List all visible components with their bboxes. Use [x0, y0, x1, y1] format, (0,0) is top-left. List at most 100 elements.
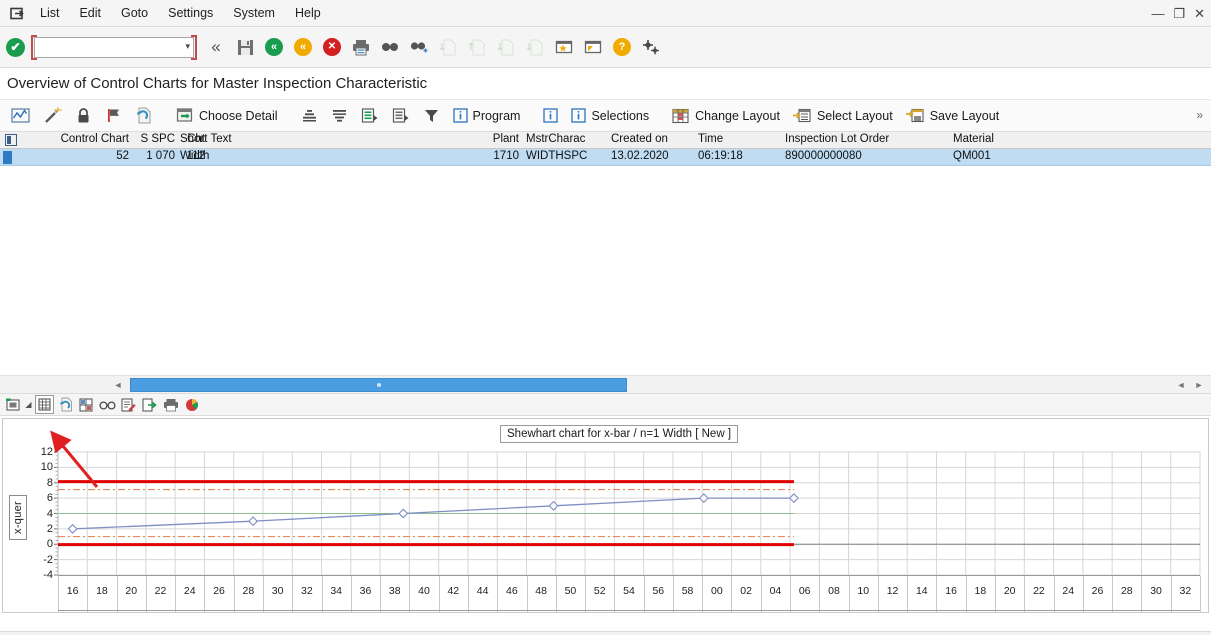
- restore-button[interactable]: ❐: [1173, 7, 1185, 20]
- scroll-far-right-arrow[interactable]: ►: [1191, 378, 1207, 392]
- x-axis-tick: 10: [857, 585, 870, 597]
- x-axis-tick: 16: [945, 585, 957, 597]
- create-session-icon[interactable]: [551, 34, 577, 60]
- flag-button[interactable]: [99, 103, 128, 129]
- previous-page-icon[interactable]: [464, 34, 490, 60]
- lock-button[interactable]: [69, 103, 98, 129]
- save-layout-label: Save Layout: [929, 108, 1000, 123]
- change-layout-button[interactable]: Change Layout: [666, 103, 786, 129]
- scrollbar-thumb[interactable]: [130, 378, 627, 392]
- x-axis-divider: [204, 576, 206, 612]
- back-fast-icon[interactable]: «: [203, 34, 229, 60]
- selections-button[interactable]: Selections: [565, 103, 655, 129]
- print-chart-icon[interactable]: [161, 395, 180, 414]
- display-control-chart-button[interactable]: [5, 103, 36, 129]
- menu-item-help[interactable]: Help: [285, 3, 331, 23]
- enter-icon[interactable]: ✔: [6, 37, 25, 57]
- cell-time: 06:19:18: [698, 150, 743, 162]
- menu-item-list[interactable]: List: [30, 3, 69, 23]
- x-axis-tick: 36: [359, 585, 372, 597]
- first-page-icon[interactable]: [435, 34, 461, 60]
- column-header-s-spc[interactable]: S SPC: [133, 133, 175, 145]
- lock-icon: [78, 108, 89, 123]
- customize-local-layout-icon[interactable]: [638, 34, 664, 60]
- column-header-short-text[interactable]: Short Text: [180, 133, 232, 145]
- status-bar: [0, 631, 1211, 635]
- select-all-icon[interactable]: [0, 132, 22, 148]
- x-axis-divider: [175, 576, 177, 612]
- menu-bar: List Edit Goto Settings System Help — ❐ …: [0, 0, 1211, 27]
- column-header-mstrcharac[interactable]: MstrCharac: [526, 133, 585, 145]
- x-axis-divider: [790, 576, 792, 612]
- y-axis-tick: 6: [46, 492, 53, 505]
- save-icon[interactable]: [232, 34, 258, 60]
- y-axis-tick: 2: [46, 522, 53, 535]
- toolbar-overflow-icon[interactable]: »: [1196, 108, 1203, 122]
- scrollbar-track[interactable]: [130, 378, 1175, 392]
- x-axis-divider: [848, 576, 850, 612]
- minimize-button[interactable]: —: [1151, 7, 1164, 20]
- x-axis-tick: 58: [681, 585, 694, 597]
- column-header-inspection-lot-order[interactable]: Inspection Lot Order: [785, 133, 889, 145]
- column-header-control-chart[interactable]: Control Chart: [37, 133, 129, 145]
- info-button[interactable]: [537, 103, 564, 129]
- column-header-material[interactable]: Material: [953, 133, 994, 145]
- column-header-created-on[interactable]: Created on: [611, 133, 668, 145]
- edit-note-icon[interactable]: [119, 395, 138, 414]
- print-icon[interactable]: [348, 34, 374, 60]
- column-header-time[interactable]: Time: [698, 133, 723, 145]
- delete-filter-button[interactable]: [386, 103, 416, 129]
- find-next-icon[interactable]: [406, 34, 432, 60]
- dropdown-arrow-icon[interactable]: ◢: [24, 400, 33, 409]
- set-filter-button[interactable]: [355, 103, 385, 129]
- refresh-button[interactable]: [129, 103, 159, 129]
- cell-created-on: 13.02.2020: [611, 150, 669, 162]
- x-axis-tick: 22: [1033, 585, 1045, 597]
- x-axis: 16 18 20 22 24 26 28 30 32 34 36 38 40 42 44 46 48 50 52 54…: [58, 575, 1201, 612]
- column-header-plant[interactable]: Plant: [481, 133, 519, 145]
- refresh-chart-icon[interactable]: [56, 395, 75, 414]
- create-shortcut-icon[interactable]: [580, 34, 606, 60]
- program-label: Program: [472, 108, 521, 123]
- cancel-icon[interactable]: ✕: [319, 34, 345, 60]
- last-page-icon[interactable]: [522, 34, 548, 60]
- help-icon[interactable]: ?: [609, 34, 635, 60]
- change-layout-icon: [672, 108, 689, 123]
- x-axis-divider: [1141, 576, 1143, 612]
- find-icon[interactable]: [377, 34, 403, 60]
- menu-item-system[interactable]: System: [223, 3, 285, 23]
- select-layout-button[interactable]: Select Layout: [787, 103, 899, 129]
- x-axis-tick: 24: [1062, 585, 1075, 597]
- color-palette-icon[interactable]: [182, 395, 201, 414]
- next-page-icon[interactable]: [493, 34, 519, 60]
- back-icon[interactable]: «: [261, 34, 287, 60]
- program-button[interactable]: Program: [447, 103, 527, 129]
- sort-descending-button[interactable]: [325, 103, 354, 129]
- choose-detail-button[interactable]: Choose Detail: [170, 103, 284, 129]
- x-axis-divider: [907, 576, 909, 612]
- grid-horizontal-scrollbar[interactable]: ◄ ► ◄ ►: [0, 376, 1211, 394]
- menu-item-goto[interactable]: Goto: [111, 3, 158, 23]
- exit-icon[interactable]: «: [290, 34, 316, 60]
- save-layout-button[interactable]: Save Layout: [900, 103, 1006, 129]
- menu-item-settings[interactable]: Settings: [158, 3, 223, 23]
- inspect-glasses-icon[interactable]: [98, 395, 117, 414]
- x-axis-divider: [233, 576, 235, 612]
- row-selector[interactable]: [3, 151, 12, 164]
- sort-ascending-button[interactable]: [295, 103, 324, 129]
- chart-layout-icon[interactable]: [77, 395, 96, 414]
- system-menu-icon[interactable]: [4, 3, 30, 23]
- scroll-far-left-arrow[interactable]: ◄: [1173, 378, 1189, 392]
- chart-type-icon[interactable]: [3, 395, 22, 414]
- table-row[interactable]: 52 1 070 112 Width 1710 WIDTHSPC 13.02.2…: [0, 149, 1211, 166]
- menu-item-edit[interactable]: Edit: [69, 3, 111, 23]
- command-field[interactable]: [34, 36, 194, 58]
- evaluate-button[interactable]: [37, 103, 68, 129]
- scroll-left-arrow[interactable]: ◄: [110, 378, 126, 392]
- x-axis-tick: 06: [798, 585, 811, 597]
- table-view-icon[interactable]: [35, 395, 54, 414]
- filter-funnel-button[interactable]: [417, 103, 446, 129]
- close-button[interactable]: ✕: [1194, 7, 1205, 20]
- command-toolbar: ✔ ▾ « « « ✕ ?: [0, 27, 1211, 68]
- export-icon[interactable]: [140, 395, 159, 414]
